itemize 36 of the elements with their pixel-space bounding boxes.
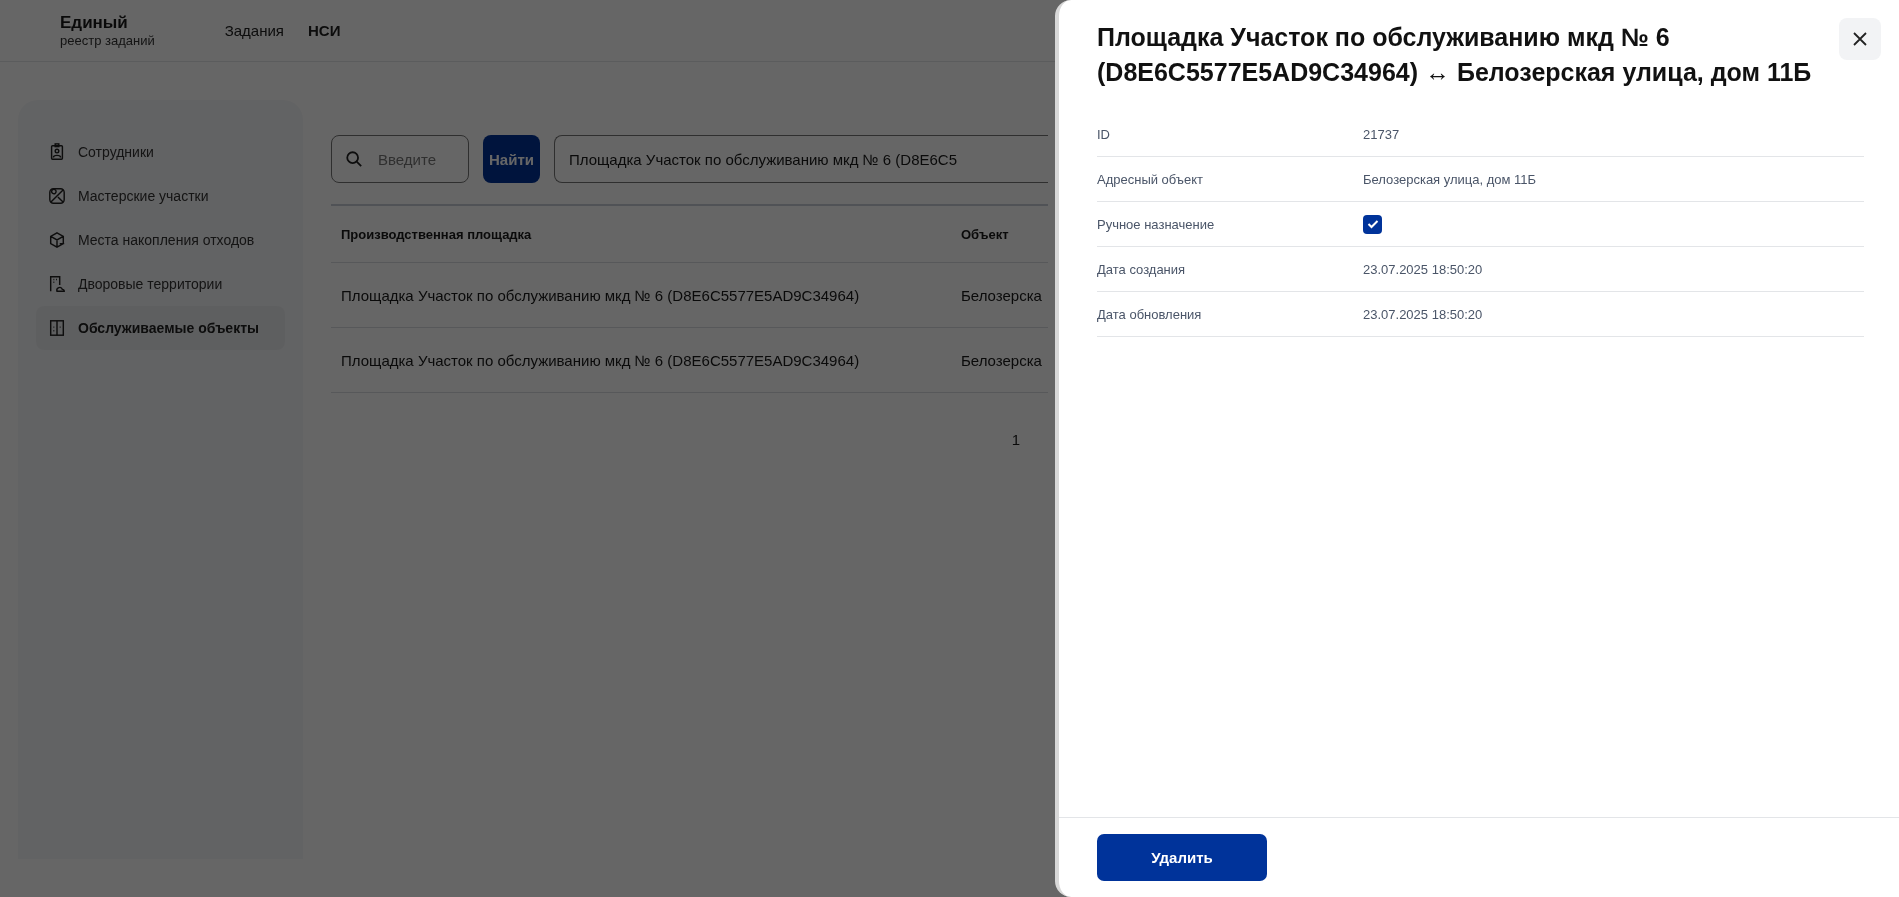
delete-button[interactable]: Удалить <box>1097 834 1267 881</box>
field-value: Белозерская улица, дом 11Б <box>1363 171 1537 187</box>
column-header: Производственная площадка <box>331 205 951 263</box>
check-icon <box>1366 219 1379 229</box>
field-label: ID <box>1097 126 1111 142</box>
badge-icon <box>48 143 66 161</box>
field-label: Дата создания <box>1097 261 1187 277</box>
sidebar-item[interactable]: Мастерские участки <box>36 174 285 218</box>
logo-subtitle: реестр заданий <box>60 33 155 48</box>
sidebar-item[interactable]: Места накопления отходов <box>36 218 285 262</box>
field-value: 23.07.2025 18:50:20 <box>1363 261 1483 277</box>
find-button[interactable]: Найти <box>483 135 540 183</box>
panel-title: Площадка Участок по обслуживанию мкд № 6 (D8E6C5577E5AD9C34964) ↔ Белозерская улица, дом 11Б <box>1097 22 1813 88</box>
field-label: Адресный объект <box>1097 171 1204 187</box>
map-icon <box>48 187 66 205</box>
box-icon <box>48 231 66 249</box>
close-button[interactable] <box>1839 18 1881 60</box>
yard-icon <box>48 275 66 293</box>
logo-title: Единый <box>60 13 129 33</box>
page-number[interactable]: 1 <box>1011 431 1020 448</box>
sidebar-item[interactable]: Дворовые территории <box>36 262 285 306</box>
nav-link[interactable]: НСИ <box>308 22 341 39</box>
checkbox[interactable] <box>1363 214 1382 234</box>
field-value: 21737 <box>1363 126 1400 142</box>
close-icon <box>1852 31 1868 47</box>
field-value: 23.07.2025 18:50:20 <box>1363 306 1483 322</box>
building-icon <box>48 319 66 337</box>
table-cell: Площадка Участок по обслуживанию мкд № 6 (D8E6C5577E5AD9C34964) <box>331 262 951 328</box>
nav-link[interactable]: Задания <box>224 22 284 39</box>
filter-field[interactable]: Площадка Участок по обслуживанию мкд № 6 (D8E6C5 <box>553 135 1048 183</box>
table-cell: Площадка Участок по обслуживанию мкд № 6 (D8E6C5577E5AD9C34964) <box>331 327 951 393</box>
sidebar-item[interactable]: Обслуживаемые объекты <box>36 306 285 350</box>
field-label: Ручное назначение <box>1097 216 1216 232</box>
field-label: Дата обновления <box>1097 306 1203 322</box>
search-icon <box>345 150 363 168</box>
sidebar-item[interactable]: Сотрудники <box>36 130 285 174</box>
